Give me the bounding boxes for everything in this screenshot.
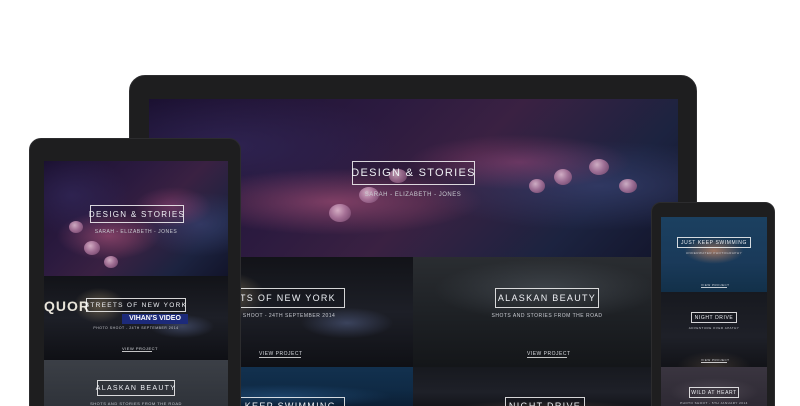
project-subtitle: TO SHOOT - 24TH SEPTEMBER 2014 — [233, 313, 336, 319]
project-title: STREETS OF NEW YORK — [85, 298, 186, 312]
view-project-link[interactable]: VIEW PROJECT — [122, 346, 158, 352]
project-subtitle: ADVENTURE OVER APATHY — [688, 326, 740, 330]
project-tile-alaska[interactable]: ALASKAN BEAUTY SHOTS AND STORIES FROM TH… — [413, 257, 678, 367]
hero-section: DESIGN & STORIES SARAH - ELIZABETH - JON… — [44, 161, 228, 276]
project-tile-wild[interactable]: WILD AT HEART PHOTO SHOOT - 5TH JANUARY … — [661, 367, 767, 406]
phone-device: JUST KEEP SWIMMING UNDERWATER PHOTOGRAPH… — [651, 202, 775, 406]
project-title: ALASKAN BEAUTY — [495, 288, 599, 308]
view-project-link[interactable]: VIEW PROJECT — [701, 283, 729, 288]
project-title: T KEEP SWIMMING — [233, 397, 345, 406]
project-title: NIGHT DRIVE — [691, 312, 737, 323]
device-mockup-stage: DESIGN & STORIES SARAH - ELIZABETH - JON… — [0, 0, 800, 406]
view-project-link[interactable]: VIEW PROJECT — [527, 351, 570, 358]
project-title: ALASKAN BEAUTY — [96, 380, 175, 396]
store-letters: QUOR — [44, 298, 90, 314]
hero-title: DESIGN & STORIES — [351, 161, 475, 185]
project-subtitle: PHOTO SHOOT - 5TH JANUARY 2014 — [680, 401, 748, 405]
project-title: NIGHT DRIVE — [505, 397, 585, 406]
hero-subtitle: SARAH - ELIZABETH - JONES — [364, 192, 462, 198]
store-sign: VIHAN'S VIDEO — [122, 314, 188, 324]
project-title: WILD AT HEART — [689, 387, 739, 398]
project-tile-alaska[interactable]: ALASKAN BEAUTY SHOTS AND STORIES FROM TH… — [44, 360, 228, 406]
project-tile-streets[interactable]: QUOR VIHAN'S VIDEO STREETS OF NEW YORK P… — [44, 276, 228, 360]
project-title: JUST KEEP SWIMMING — [677, 237, 751, 248]
project-tile-swimming[interactable]: JUST KEEP SWIMMING UNDERWATER PHOTOGRAPH… — [661, 217, 767, 292]
project-subtitle: SHOTS AND STORIES FROM THE ROAD — [491, 313, 603, 319]
tablet-screen: DESIGN & STORIES SARAH - ELIZABETH - JON… — [44, 161, 228, 406]
project-title: EETS OF NEW YORK — [225, 288, 345, 308]
project-subtitle: PHOTO SHOOT - 24TH SEPTEMBER 2014 — [93, 326, 179, 330]
tablet-device: DESIGN & STORIES SARAH - ELIZABETH - JON… — [29, 138, 241, 406]
project-subtitle: UNDERWATER PHOTOGRAPHY — [685, 251, 743, 255]
project-tile-night[interactable]: NIGHT DRIVE — [413, 367, 678, 406]
hero-subtitle: SARAH - ELIZABETH - JONES — [94, 229, 178, 235]
hero-title: DESIGN & STORIES — [89, 205, 184, 223]
project-tile-night[interactable]: NIGHT DRIVE ADVENTURE OVER APATHY VIEW P… — [661, 292, 767, 367]
view-project-link[interactable]: VIEW PROJECT — [259, 351, 302, 358]
phone-screen: JUST KEEP SWIMMING UNDERWATER PHOTOGRAPH… — [661, 217, 767, 406]
project-subtitle: SHOTS AND STORIES FROM THE ROAD — [90, 401, 182, 406]
view-project-link[interactable]: VIEW PROJECT — [701, 358, 729, 363]
